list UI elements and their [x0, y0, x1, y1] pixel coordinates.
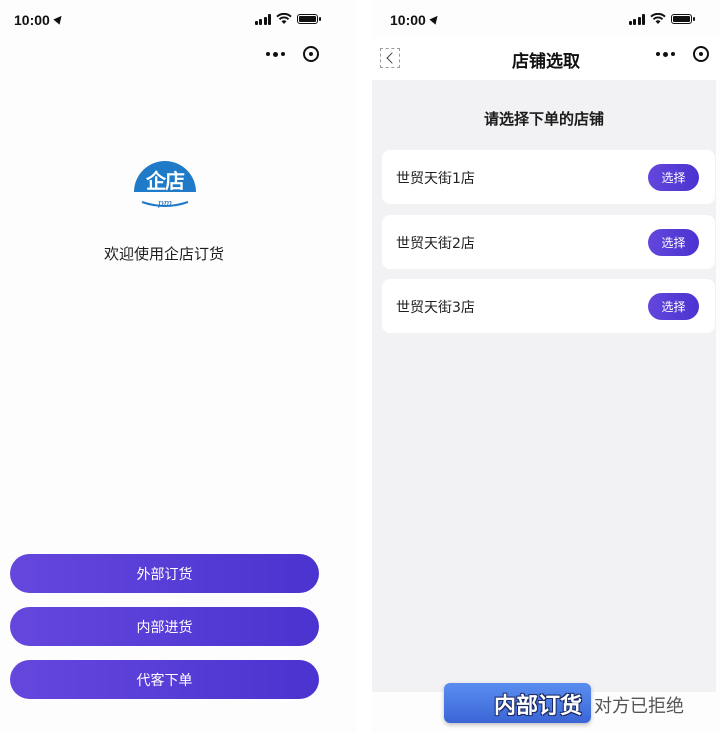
app-logo: 企店 pm: [132, 152, 198, 214]
select-store-button[interactable]: 选择: [648, 229, 699, 256]
select-store-prompt: 请选择下单的店铺: [483, 110, 604, 128]
proxy-order-label: 代客下单: [136, 672, 193, 689]
list-item-store: 世贸天街1店 选择: [382, 150, 715, 204]
right-screen: 10:00 店铺选取 请选择下单的店铺 世贸天街1店 选择 世贸天街2店 选择 …: [372, 0, 720, 732]
location-arrow-icon: [429, 13, 441, 25]
status-icons: [628, 13, 695, 25]
wifi-icon: [276, 13, 292, 24]
more-icon[interactable]: [656, 51, 675, 57]
logo-text: 企店: [146, 169, 185, 193]
store-list-area: 请选择下单的店铺 世贸天街1店 选择 世贸天街2店 选择 世贸天街3店 选择: [372, 80, 716, 692]
select-store-button[interactable]: 选择: [648, 164, 699, 191]
status-time: 10:00: [14, 12, 65, 28]
store-name: 世贸天街2店: [396, 236, 475, 252]
caption-tail-text: 对方已拒绝: [594, 696, 684, 717]
wifi-icon: [650, 13, 666, 24]
caption-badge-text: 内部订货: [494, 694, 583, 719]
location-arrow-icon: [53, 13, 65, 25]
battery-icon: [671, 14, 695, 24]
cellular-signal-icon: [628, 13, 645, 25]
status-bar: 10:00: [0, 0, 356, 38]
logo-subtext: pm: [157, 199, 173, 209]
list-item-store: 世贸天街3店 选择: [382, 279, 715, 333]
more-icon[interactable]: [266, 51, 285, 57]
list-item-store: 世贸天街2店 选择: [382, 215, 715, 269]
external-order-label: 外部订货: [136, 566, 193, 583]
external-order-button[interactable]: 外部订货: [10, 554, 319, 593]
store-name: 世贸天街1店: [396, 171, 475, 187]
store-name: 世贸天街3店: [396, 300, 475, 316]
internal-purchase-button[interactable]: 内部进货: [10, 607, 319, 646]
miniprogram-capsule: [266, 46, 319, 62]
proxy-order-button[interactable]: 代客下单: [10, 660, 319, 699]
select-store-button[interactable]: 选择: [648, 293, 699, 320]
status-icons: [254, 13, 321, 25]
internal-purchase-label: 内部进货: [136, 619, 193, 636]
miniprogram-capsule: [656, 46, 709, 62]
close-miniprogram-icon[interactable]: [693, 46, 709, 62]
time-label: 10:00: [390, 12, 426, 28]
status-bar: 10:00: [372, 0, 720, 38]
time-label: 10:00: [14, 12, 50, 28]
status-time: 10:00: [390, 12, 441, 28]
welcome-text: 欢迎使用企店订货: [103, 245, 224, 263]
battery-icon: [297, 14, 321, 24]
close-miniprogram-icon[interactable]: [303, 46, 319, 62]
left-screen: 10:00 企店 pm 欢迎使用企店订货 外部订货 内部进货 代客下单: [0, 0, 356, 732]
cellular-signal-icon: [254, 13, 271, 25]
